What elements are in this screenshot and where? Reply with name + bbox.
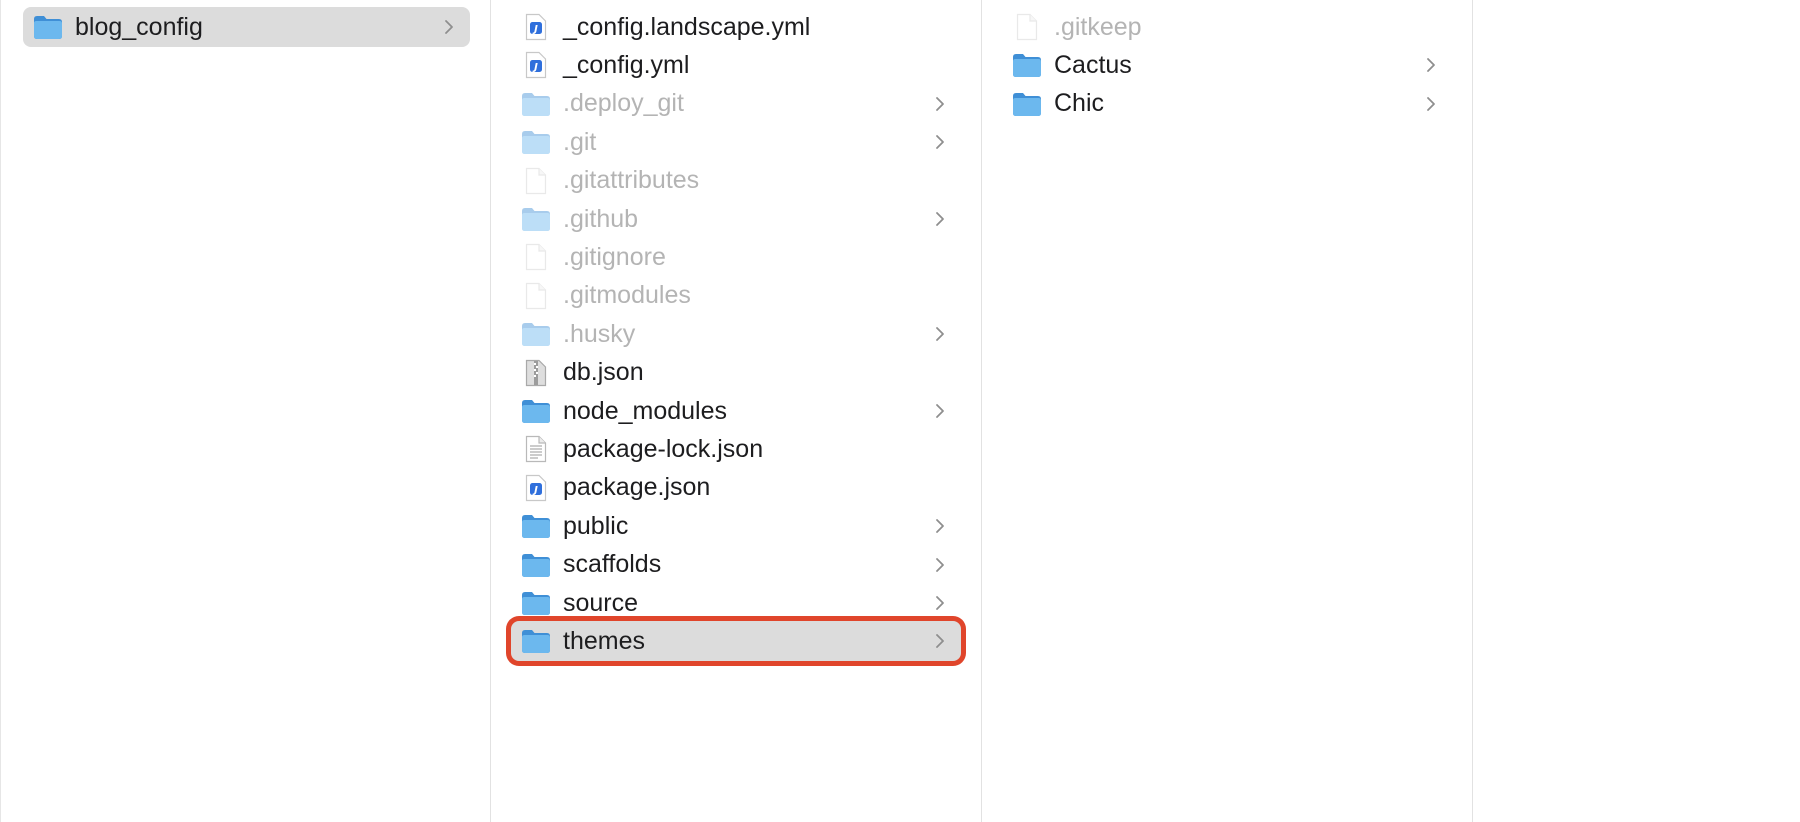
chevron-right-icon	[931, 134, 949, 150]
file-name: _config.landscape.yml	[563, 12, 811, 41]
chevron-right-icon	[931, 557, 949, 573]
file-row-gitkeep[interactable]: .gitkeep	[1002, 7, 1452, 47]
js-file-icon: J	[521, 473, 551, 503]
folder-icon	[33, 12, 63, 42]
file-row-source[interactable]: source	[511, 583, 961, 623]
file-row-gitmodules[interactable]: .gitmodules	[511, 276, 961, 316]
file-name: .gitkeep	[1054, 12, 1142, 41]
js-file-icon: J	[521, 12, 551, 42]
chevron-right-icon	[1422, 57, 1440, 73]
file-name: .husky	[563, 319, 636, 348]
file-row-chic[interactable]: Chic	[1002, 84, 1452, 124]
file-name: .deploy_git	[563, 89, 684, 118]
file-row-scaffolds[interactable]: scaffolds	[511, 545, 961, 585]
file-row-themes[interactable]: themes	[511, 621, 961, 662]
file-row-config-landscape-yml[interactable]: J _config.landscape.yml	[511, 7, 961, 47]
file-icon	[521, 281, 551, 311]
file-icon	[1012, 12, 1042, 42]
file-row-cactus[interactable]: Cactus	[1002, 45, 1452, 85]
file-row-husky[interactable]: .husky	[511, 314, 961, 354]
folder-icon	[521, 588, 551, 618]
file-name: .git	[563, 127, 597, 156]
folder-icon	[521, 319, 551, 349]
file-name: package.json	[563, 473, 711, 502]
file-row-blog-config[interactable]: blog_config	[23, 7, 470, 47]
chevron-right-icon	[931, 595, 949, 611]
folder-icon	[521, 89, 551, 119]
file-row-deploy-git[interactable]: .deploy_git	[511, 84, 961, 124]
file-name: db.json	[563, 358, 644, 387]
file-row-package-json[interactable]: Jpackage.json	[511, 468, 961, 508]
file-icon	[521, 242, 551, 272]
file-name: scaffolds	[563, 550, 662, 579]
folder-icon	[521, 127, 551, 157]
js-file-icon: J	[521, 50, 551, 80]
folder-icon	[521, 204, 551, 234]
chevron-right-icon	[931, 518, 949, 534]
file-name: .gitmodules	[563, 281, 691, 310]
file-name: .github	[563, 204, 639, 233]
file-row-node-modules[interactable]: node_modules	[511, 391, 961, 431]
file-row-gitattributes[interactable]: .gitattributes	[511, 161, 961, 201]
file-name: .gitignore	[563, 242, 666, 271]
file-row-config-yml[interactable]: J _config.yml	[511, 45, 961, 85]
folder-icon	[1012, 50, 1042, 80]
file-row-github[interactable]: .github	[511, 199, 961, 239]
text-document-icon	[521, 434, 551, 464]
archive-file-icon	[521, 358, 551, 388]
finder-column-3: .gitkeep Cactus Chic	[982, 0, 1473, 822]
file-name: blog_config	[75, 12, 203, 41]
file-row-package-lock-json[interactable]: package-lock.json	[511, 429, 961, 469]
file-name: package-lock.json	[563, 434, 764, 463]
file-row-public[interactable]: public	[511, 506, 961, 546]
folder-icon	[521, 511, 551, 541]
chevron-right-icon	[931, 326, 949, 342]
folder-icon	[521, 396, 551, 426]
file-name: Cactus	[1054, 50, 1132, 79]
chevron-right-icon	[1422, 96, 1440, 112]
chevron-right-icon	[931, 211, 949, 227]
file-name: source	[563, 588, 639, 617]
finder-column-4	[1473, 0, 1800, 822]
file-name: _config.yml	[563, 50, 690, 79]
finder-column-1: blog_config	[0, 0, 491, 822]
finder-column-2: J _config.landscape.yml J _config.yml .deplo…	[491, 0, 982, 822]
file-name: .gitattributes	[563, 166, 700, 195]
folder-icon	[521, 550, 551, 580]
chevron-right-icon	[440, 19, 458, 35]
file-row-gitignore[interactable]: .gitignore	[511, 237, 961, 277]
file-icon	[521, 166, 551, 196]
file-name: themes	[563, 626, 645, 655]
chevron-right-icon	[931, 403, 949, 419]
file-row-git[interactable]: .git	[511, 122, 961, 162]
chevron-right-icon	[931, 633, 949, 649]
folder-icon	[1012, 89, 1042, 119]
folder-icon	[521, 626, 551, 656]
file-row-db-json[interactable]: db.json	[511, 353, 961, 393]
chevron-right-icon	[931, 96, 949, 112]
file-name: node_modules	[563, 396, 728, 425]
file-name: Chic	[1054, 89, 1105, 118]
file-name: public	[563, 511, 629, 540]
